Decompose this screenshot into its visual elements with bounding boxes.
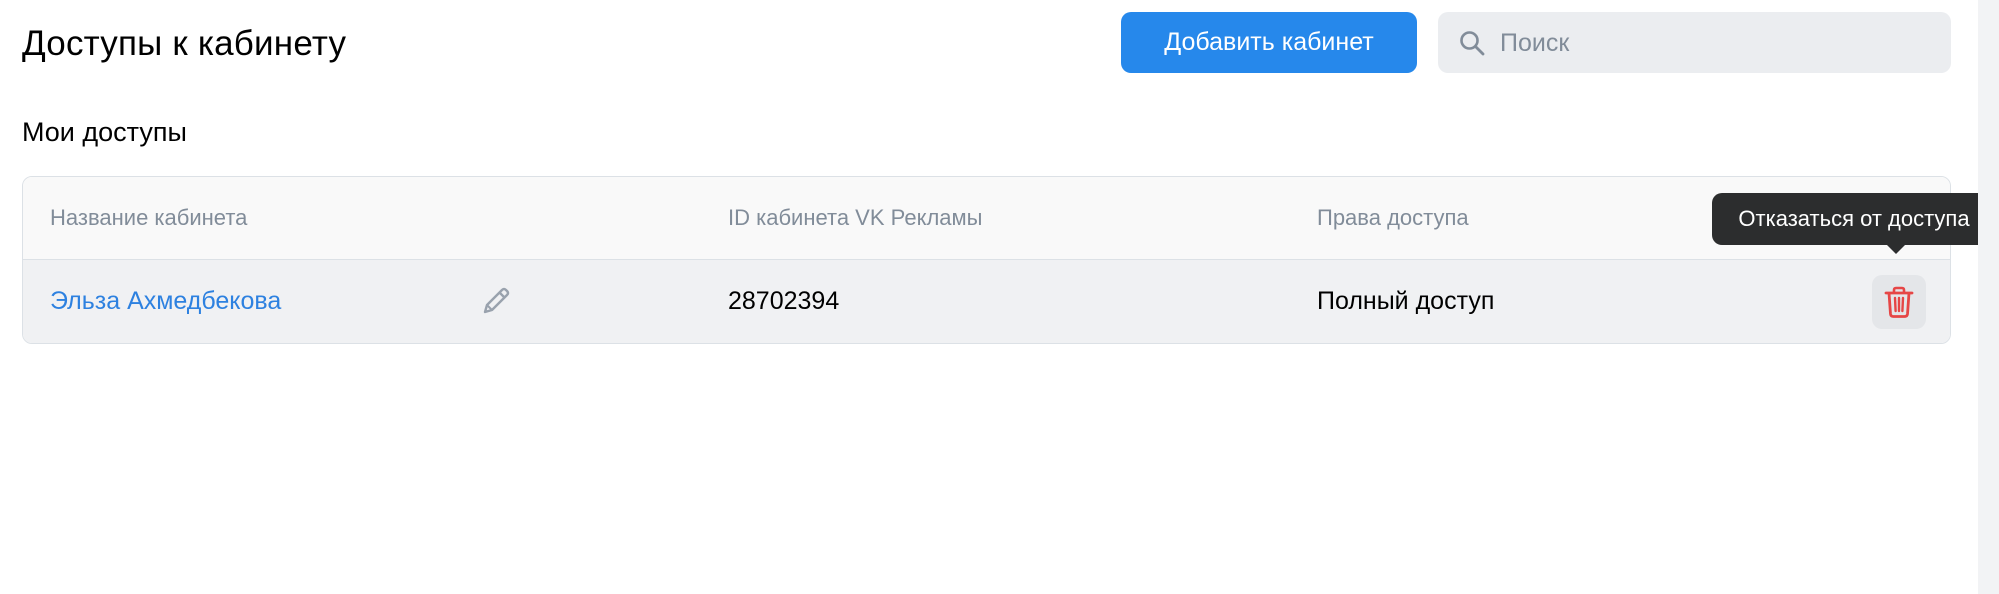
column-header-access-rights: Права доступа [1317, 205, 1469, 230]
scrollbar[interactable] [1978, 0, 1999, 594]
trash-icon [1884, 286, 1914, 318]
account-id-value: 28702394 [728, 287, 840, 315]
column-header-account-name: Название кабинета [50, 205, 248, 230]
column-header-account-id: ID кабинета VK Рекламы [728, 205, 983, 230]
table-row: Эльза Ахмедбекова 28702394 Полный доступ [23, 260, 1950, 343]
access-table: Название кабинета ID кабинета VK Рекламы… [22, 176, 1951, 344]
add-account-button[interactable]: Добавить кабинет [1121, 12, 1417, 73]
search-box[interactable] [1438, 12, 1951, 75]
section-title: Мои доступы [22, 117, 187, 147]
access-rights-value: Полный доступ [1317, 287, 1495, 315]
table-header: Название кабинета ID кабинета VK Рекламы… [23, 177, 1950, 260]
tooltip-arrow [1887, 245, 1905, 254]
revoke-access-button[interactable] [1872, 275, 1926, 329]
page-title: Доступы к кабинету [22, 24, 347, 63]
account-name-link[interactable]: Эльза Ахмедбекова [50, 260, 281, 343]
search-input[interactable] [1498, 12, 1942, 75]
pencil-icon[interactable] [479, 284, 513, 318]
search-icon [1460, 31, 1485, 56]
revoke-access-tooltip: Отказаться от доступа [1712, 193, 1996, 245]
